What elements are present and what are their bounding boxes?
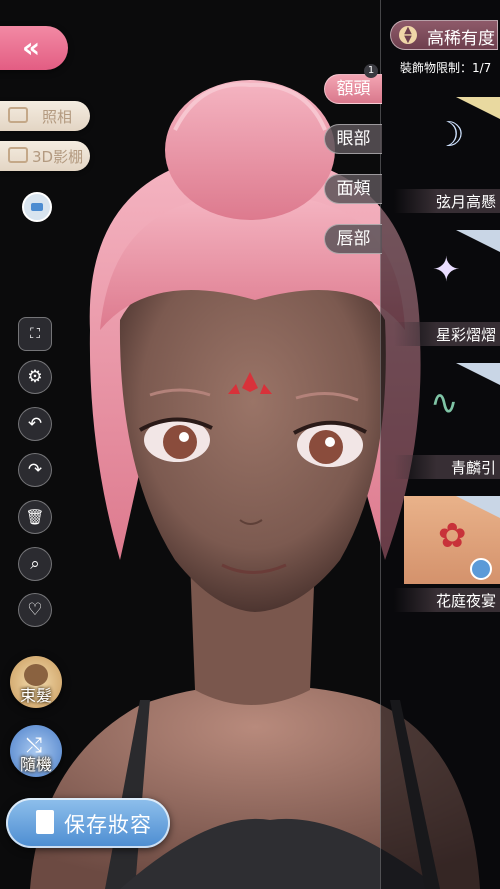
favorite-button[interactable]: ♡ (18, 593, 52, 627)
rarity-corner-icon (456, 496, 500, 518)
sort-icon: ▲ ▼ (399, 26, 417, 45)
studio-button[interactable]: 3D影棚 (0, 141, 90, 171)
zoom-button[interactable]: ⌕ (18, 547, 52, 581)
tab-lips[interactable]: 唇部 (324, 224, 382, 254)
back-chevron-icon: « (22, 31, 40, 64)
studio-label: 3D影棚 (32, 148, 84, 166)
gear-icon: ⚙ (27, 367, 43, 387)
redo-icon: ↷ (27, 460, 43, 480)
tab-forehead[interactable]: 額頭 (324, 74, 382, 104)
rarity-label: 高稀有度 (427, 29, 495, 49)
save-makeup-button[interactable]: 保存妝容 (6, 798, 170, 848)
view-toggle-button[interactable] (22, 192, 52, 222)
photo-button[interactable]: 照相 (0, 101, 90, 131)
undo-icon: ↶ (27, 414, 43, 434)
rarity-corner-icon (456, 230, 500, 252)
tie-hair-button[interactable]: 束髮 (10, 656, 62, 708)
preview-icon[interactable] (470, 558, 492, 580)
camera-icon (8, 107, 28, 123)
item-name: 青麟引 (450, 459, 496, 477)
fullscreen-icon: ⛶ (30, 326, 40, 342)
lotus-icon: ✿ (438, 516, 467, 556)
rarity-sort-button[interactable]: ▲ ▼ 高稀有度 (390, 20, 498, 50)
heart-icon: ♡ (27, 600, 43, 620)
accessory-limit: 裝飾物限制：1/7 (400, 61, 492, 75)
photo-label: 照相 (42, 108, 73, 126)
list-item[interactable]: ☽ 弦月高懸 (394, 97, 500, 221)
search-icon: ⌕ (30, 554, 40, 574)
mirror-icon (31, 203, 43, 211)
item-name: 花庭夜宴 (435, 592, 496, 610)
cube-icon (8, 147, 28, 163)
tab-cheeks-label: 面頰 (336, 179, 371, 199)
star-sparkle-icon: ✦ (432, 250, 461, 290)
serpent-icon: ∿ (430, 383, 459, 423)
trash-icon: 🗑 (25, 508, 45, 526)
document-icon (36, 810, 54, 834)
save-makeup-label: 保存妝容 (64, 813, 152, 837)
tab-eyes-label: 眼部 (336, 129, 371, 149)
redo-button[interactable]: ↷ (18, 453, 52, 487)
tab-cheeks[interactable]: 面頰 (324, 174, 382, 204)
list-item[interactable]: ∿ 青麟引 (394, 363, 500, 487)
back-button[interactable]: « (0, 26, 68, 70)
tab-lips-label: 唇部 (336, 229, 371, 249)
tab-forehead-label: 額頭 (336, 79, 371, 99)
settings-button[interactable]: ⚙ (18, 360, 52, 394)
rarity-corner-icon (456, 363, 500, 385)
count-badge: 1 (364, 64, 378, 78)
random-label: 隨機 (19, 755, 52, 774)
moon-ornament-icon: ☽ (434, 115, 465, 155)
undo-button[interactable]: ↶ (18, 407, 52, 441)
tie-hair-label: 束髮 (19, 686, 52, 705)
item-name: 弦月高懸 (435, 193, 496, 211)
item-name: 星彩熠熠 (435, 326, 496, 344)
random-button[interactable]: ⤭ 隨機 (10, 725, 62, 777)
list-item[interactable]: ✦ 星彩熠熠 (394, 230, 500, 354)
list-item[interactable]: ✿ 花庭夜宴 (394, 496, 500, 620)
fullscreen-button[interactable]: ⛶ (18, 317, 52, 351)
tab-eyes[interactable]: 眼部 (324, 124, 382, 154)
delete-button[interactable]: 🗑 (18, 500, 52, 534)
